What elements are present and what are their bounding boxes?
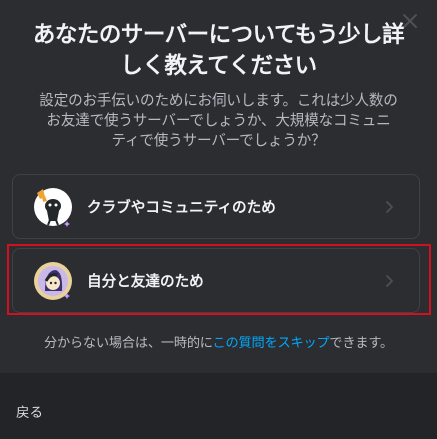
dialog-title: あなたのサーバーについてもう少し詳 しく教えてください [8, 20, 429, 82]
dialog-title-line1: あなたのサーバーについてもう少し詳 [32, 22, 405, 48]
club-community-icon [33, 187, 73, 227]
dialog-footer: 戻る [0, 373, 437, 439]
back-button[interactable]: 戻る [16, 401, 43, 421]
option-club-community[interactable]: クラブやコミュニティのため [12, 174, 420, 239]
dialog-subtitle: 設定のお手伝いのためにお伺いします。これは少人数の お友達で使うサーバーでしょう… [8, 91, 429, 151]
skip-prefix: 分からない場合は、一時的に [43, 336, 213, 351]
skip-suffix: できます。 [329, 336, 394, 351]
subtitle-line2: お友達で使うサーバーでしょうか、大規模なコミュニ [46, 112, 391, 129]
skip-hint: 分からない場合は、一時的にこの質問をスキップできます。 [0, 332, 437, 351]
skip-question-link[interactable]: この質問をスキップ [213, 336, 330, 351]
dialog-title-line2: しく教えてください [120, 53, 317, 79]
selection-highlight [7, 244, 431, 315]
subtitle-line3: ティで使うサーバーでしょうか？ [111, 132, 326, 149]
chevron-right-icon [383, 200, 397, 214]
option-label: クラブやコミュニティのため [87, 199, 276, 216]
subtitle-line1: 設定のお手伝いのためにお伺いします。これは少人数の [39, 92, 398, 109]
